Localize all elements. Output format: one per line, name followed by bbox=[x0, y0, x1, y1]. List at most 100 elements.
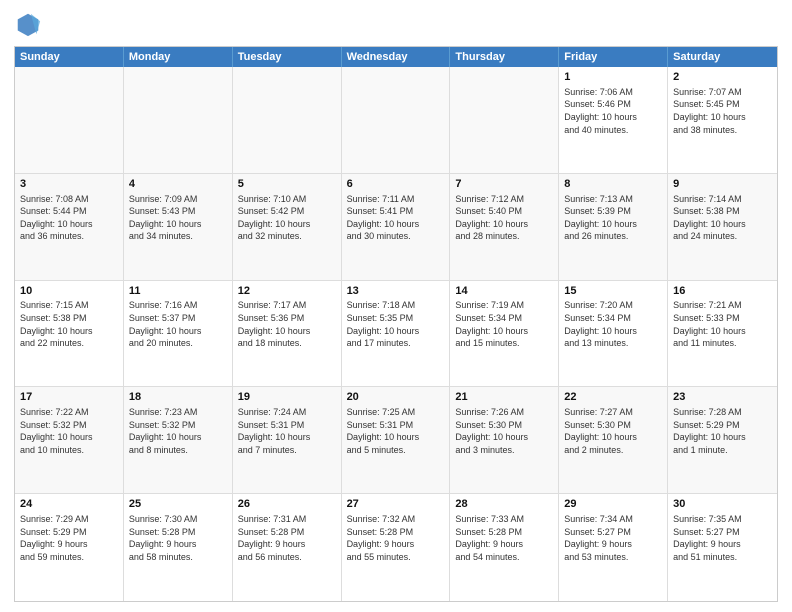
day-number: 18 bbox=[129, 390, 227, 405]
day-info: Sunrise: 7:20 AMSunset: 5:34 PMDaylight:… bbox=[564, 299, 662, 349]
weekday-header-sunday: Sunday bbox=[15, 47, 124, 67]
cal-cell-13: 13Sunrise: 7:18 AMSunset: 5:35 PMDayligh… bbox=[342, 281, 451, 387]
cal-cell-empty-w0c3 bbox=[342, 67, 451, 173]
cal-cell-28: 28Sunrise: 7:33 AMSunset: 5:28 PMDayligh… bbox=[450, 494, 559, 601]
day-number: 23 bbox=[673, 390, 772, 405]
day-number: 27 bbox=[347, 497, 445, 512]
day-number: 30 bbox=[673, 497, 772, 512]
cal-cell-18: 18Sunrise: 7:23 AMSunset: 5:32 PMDayligh… bbox=[124, 387, 233, 493]
day-info: Sunrise: 7:32 AMSunset: 5:28 PMDaylight:… bbox=[347, 513, 445, 563]
day-info: Sunrise: 7:15 AMSunset: 5:38 PMDaylight:… bbox=[20, 299, 118, 349]
day-info: Sunrise: 7:06 AMSunset: 5:46 PMDaylight:… bbox=[564, 86, 662, 136]
cal-cell-6: 6Sunrise: 7:11 AMSunset: 5:41 PMDaylight… bbox=[342, 174, 451, 280]
logo-icon bbox=[14, 10, 42, 38]
day-number: 12 bbox=[238, 284, 336, 299]
day-info: Sunrise: 7:11 AMSunset: 5:41 PMDaylight:… bbox=[347, 193, 445, 243]
cal-cell-26: 26Sunrise: 7:31 AMSunset: 5:28 PMDayligh… bbox=[233, 494, 342, 601]
day-info: Sunrise: 7:29 AMSunset: 5:29 PMDaylight:… bbox=[20, 513, 118, 563]
day-info: Sunrise: 7:24 AMSunset: 5:31 PMDaylight:… bbox=[238, 406, 336, 456]
day-info: Sunrise: 7:21 AMSunset: 5:33 PMDaylight:… bbox=[673, 299, 772, 349]
cal-cell-30: 30Sunrise: 7:35 AMSunset: 5:27 PMDayligh… bbox=[668, 494, 777, 601]
day-number: 6 bbox=[347, 177, 445, 192]
day-info: Sunrise: 7:35 AMSunset: 5:27 PMDaylight:… bbox=[673, 513, 772, 563]
cal-cell-16: 16Sunrise: 7:21 AMSunset: 5:33 PMDayligh… bbox=[668, 281, 777, 387]
week-row-1: 1Sunrise: 7:06 AMSunset: 5:46 PMDaylight… bbox=[15, 67, 777, 174]
cal-cell-5: 5Sunrise: 7:10 AMSunset: 5:42 PMDaylight… bbox=[233, 174, 342, 280]
page: SundayMondayTuesdayWednesdayThursdayFrid… bbox=[0, 0, 792, 612]
day-number: 8 bbox=[564, 177, 662, 192]
day-info: Sunrise: 7:27 AMSunset: 5:30 PMDaylight:… bbox=[564, 406, 662, 456]
cal-cell-29: 29Sunrise: 7:34 AMSunset: 5:27 PMDayligh… bbox=[559, 494, 668, 601]
cal-cell-12: 12Sunrise: 7:17 AMSunset: 5:36 PMDayligh… bbox=[233, 281, 342, 387]
day-info: Sunrise: 7:28 AMSunset: 5:29 PMDaylight:… bbox=[673, 406, 772, 456]
day-info: Sunrise: 7:33 AMSunset: 5:28 PMDaylight:… bbox=[455, 513, 553, 563]
day-info: Sunrise: 7:26 AMSunset: 5:30 PMDaylight:… bbox=[455, 406, 553, 456]
cal-cell-9: 9Sunrise: 7:14 AMSunset: 5:38 PMDaylight… bbox=[668, 174, 777, 280]
day-number: 16 bbox=[673, 284, 772, 299]
cal-cell-8: 8Sunrise: 7:13 AMSunset: 5:39 PMDaylight… bbox=[559, 174, 668, 280]
day-number: 26 bbox=[238, 497, 336, 512]
cal-cell-3: 3Sunrise: 7:08 AMSunset: 5:44 PMDaylight… bbox=[15, 174, 124, 280]
day-number: 29 bbox=[564, 497, 662, 512]
day-info: Sunrise: 7:07 AMSunset: 5:45 PMDaylight:… bbox=[673, 86, 772, 136]
cal-cell-20: 20Sunrise: 7:25 AMSunset: 5:31 PMDayligh… bbox=[342, 387, 451, 493]
week-row-5: 24Sunrise: 7:29 AMSunset: 5:29 PMDayligh… bbox=[15, 494, 777, 601]
cal-cell-14: 14Sunrise: 7:19 AMSunset: 5:34 PMDayligh… bbox=[450, 281, 559, 387]
day-number: 11 bbox=[129, 284, 227, 299]
day-number: 25 bbox=[129, 497, 227, 512]
day-number: 28 bbox=[455, 497, 553, 512]
cal-cell-23: 23Sunrise: 7:28 AMSunset: 5:29 PMDayligh… bbox=[668, 387, 777, 493]
day-info: Sunrise: 7:16 AMSunset: 5:37 PMDaylight:… bbox=[129, 299, 227, 349]
cal-cell-22: 22Sunrise: 7:27 AMSunset: 5:30 PMDayligh… bbox=[559, 387, 668, 493]
day-info: Sunrise: 7:10 AMSunset: 5:42 PMDaylight:… bbox=[238, 193, 336, 243]
day-number: 1 bbox=[564, 70, 662, 85]
day-number: 19 bbox=[238, 390, 336, 405]
day-info: Sunrise: 7:34 AMSunset: 5:27 PMDaylight:… bbox=[564, 513, 662, 563]
day-info: Sunrise: 7:09 AMSunset: 5:43 PMDaylight:… bbox=[129, 193, 227, 243]
cal-cell-17: 17Sunrise: 7:22 AMSunset: 5:32 PMDayligh… bbox=[15, 387, 124, 493]
day-info: Sunrise: 7:12 AMSunset: 5:40 PMDaylight:… bbox=[455, 193, 553, 243]
day-info: Sunrise: 7:31 AMSunset: 5:28 PMDaylight:… bbox=[238, 513, 336, 563]
weekday-header-friday: Friday bbox=[559, 47, 668, 67]
week-row-4: 17Sunrise: 7:22 AMSunset: 5:32 PMDayligh… bbox=[15, 387, 777, 494]
day-info: Sunrise: 7:13 AMSunset: 5:39 PMDaylight:… bbox=[564, 193, 662, 243]
calendar: SundayMondayTuesdayWednesdayThursdayFrid… bbox=[14, 46, 778, 602]
weekday-header-wednesday: Wednesday bbox=[342, 47, 451, 67]
day-number: 17 bbox=[20, 390, 118, 405]
day-info: Sunrise: 7:30 AMSunset: 5:28 PMDaylight:… bbox=[129, 513, 227, 563]
header bbox=[14, 10, 778, 38]
cal-cell-empty-w0c1 bbox=[124, 67, 233, 173]
day-number: 5 bbox=[238, 177, 336, 192]
week-row-2: 3Sunrise: 7:08 AMSunset: 5:44 PMDaylight… bbox=[15, 174, 777, 281]
weekday-header-monday: Monday bbox=[124, 47, 233, 67]
day-info: Sunrise: 7:25 AMSunset: 5:31 PMDaylight:… bbox=[347, 406, 445, 456]
day-number: 10 bbox=[20, 284, 118, 299]
weekday-header-tuesday: Tuesday bbox=[233, 47, 342, 67]
day-number: 21 bbox=[455, 390, 553, 405]
cal-cell-11: 11Sunrise: 7:16 AMSunset: 5:37 PMDayligh… bbox=[124, 281, 233, 387]
cal-cell-4: 4Sunrise: 7:09 AMSunset: 5:43 PMDaylight… bbox=[124, 174, 233, 280]
week-row-3: 10Sunrise: 7:15 AMSunset: 5:38 PMDayligh… bbox=[15, 281, 777, 388]
cal-cell-21: 21Sunrise: 7:26 AMSunset: 5:30 PMDayligh… bbox=[450, 387, 559, 493]
cal-cell-24: 24Sunrise: 7:29 AMSunset: 5:29 PMDayligh… bbox=[15, 494, 124, 601]
cal-cell-empty-w0c0 bbox=[15, 67, 124, 173]
day-number: 7 bbox=[455, 177, 553, 192]
weekday-header-saturday: Saturday bbox=[668, 47, 777, 67]
day-number: 9 bbox=[673, 177, 772, 192]
day-number: 3 bbox=[20, 177, 118, 192]
day-number: 24 bbox=[20, 497, 118, 512]
cal-cell-25: 25Sunrise: 7:30 AMSunset: 5:28 PMDayligh… bbox=[124, 494, 233, 601]
cal-cell-1: 1Sunrise: 7:06 AMSunset: 5:46 PMDaylight… bbox=[559, 67, 668, 173]
day-number: 22 bbox=[564, 390, 662, 405]
calendar-header: SundayMondayTuesdayWednesdayThursdayFrid… bbox=[15, 47, 777, 67]
cal-cell-19: 19Sunrise: 7:24 AMSunset: 5:31 PMDayligh… bbox=[233, 387, 342, 493]
day-info: Sunrise: 7:23 AMSunset: 5:32 PMDaylight:… bbox=[129, 406, 227, 456]
cal-cell-10: 10Sunrise: 7:15 AMSunset: 5:38 PMDayligh… bbox=[15, 281, 124, 387]
cal-cell-2: 2Sunrise: 7:07 AMSunset: 5:45 PMDaylight… bbox=[668, 67, 777, 173]
cal-cell-7: 7Sunrise: 7:12 AMSunset: 5:40 PMDaylight… bbox=[450, 174, 559, 280]
day-number: 13 bbox=[347, 284, 445, 299]
cal-cell-empty-w0c4 bbox=[450, 67, 559, 173]
cal-cell-15: 15Sunrise: 7:20 AMSunset: 5:34 PMDayligh… bbox=[559, 281, 668, 387]
day-number: 4 bbox=[129, 177, 227, 192]
calendar-body: 1Sunrise: 7:06 AMSunset: 5:46 PMDaylight… bbox=[15, 67, 777, 601]
